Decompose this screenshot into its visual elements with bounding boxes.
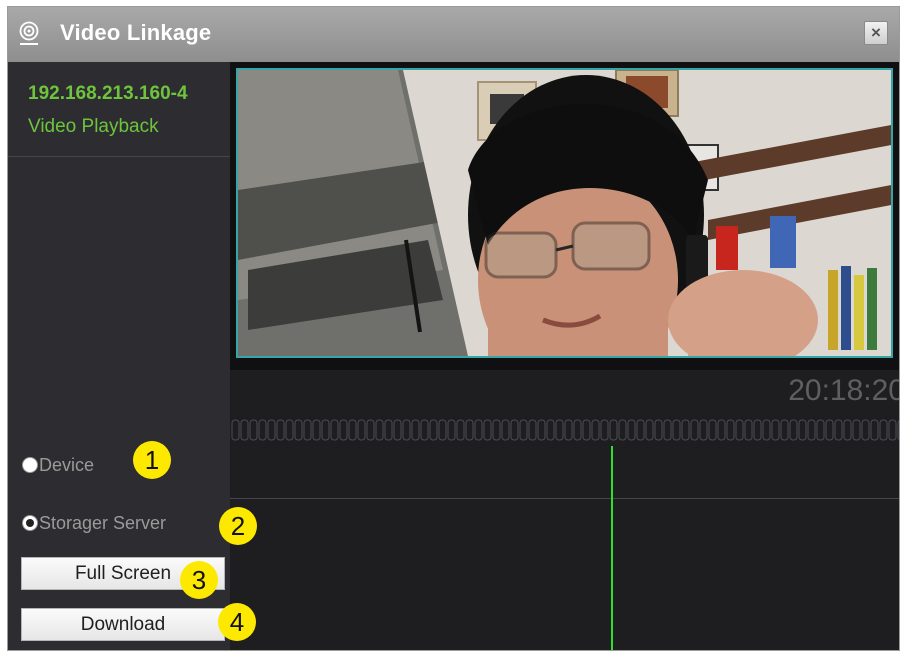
annotation-badge-2: 2	[219, 507, 257, 545]
video-player[interactable]	[236, 68, 893, 358]
playback-timeline[interactable]: 20:18:20	[230, 370, 900, 650]
device-radio[interactable]	[22, 457, 38, 473]
video-frame-image	[238, 70, 891, 356]
storager-server-radio[interactable]	[22, 515, 38, 531]
annotation-badge-1: 1	[133, 441, 171, 479]
playback-cursor[interactable]	[611, 446, 613, 650]
close-button[interactable]: ×	[864, 21, 888, 45]
storager-server-radio-option[interactable]: Storager Server	[22, 510, 166, 536]
device-name: 192.168.213.160-4	[28, 83, 188, 104]
device-radio-label: Device	[39, 454, 95, 475]
title-bar: Video Linkage ×	[8, 7, 899, 62]
video-panel	[230, 62, 899, 370]
divider	[8, 156, 230, 157]
camera-icon	[19, 21, 39, 45]
annotation-badge-4: 4	[218, 603, 256, 641]
video-linkage-window: Video Linkage × 192.168.213.160-4 Video …	[7, 6, 900, 651]
download-button[interactable]: Download	[21, 608, 225, 641]
storager-server-radio-label: Storager Server	[39, 512, 167, 533]
annotation-badge-3: 3	[180, 561, 218, 599]
time-ruler[interactable]	[230, 416, 900, 446]
close-icon: ×	[871, 23, 881, 42]
current-time-display: 20:18:20	[788, 374, 900, 407]
device-radio-option[interactable]: Device	[22, 452, 94, 478]
window-title: Video Linkage	[60, 20, 212, 45]
track-divider	[230, 498, 899, 499]
mode-label: Video Playback	[28, 116, 159, 137]
